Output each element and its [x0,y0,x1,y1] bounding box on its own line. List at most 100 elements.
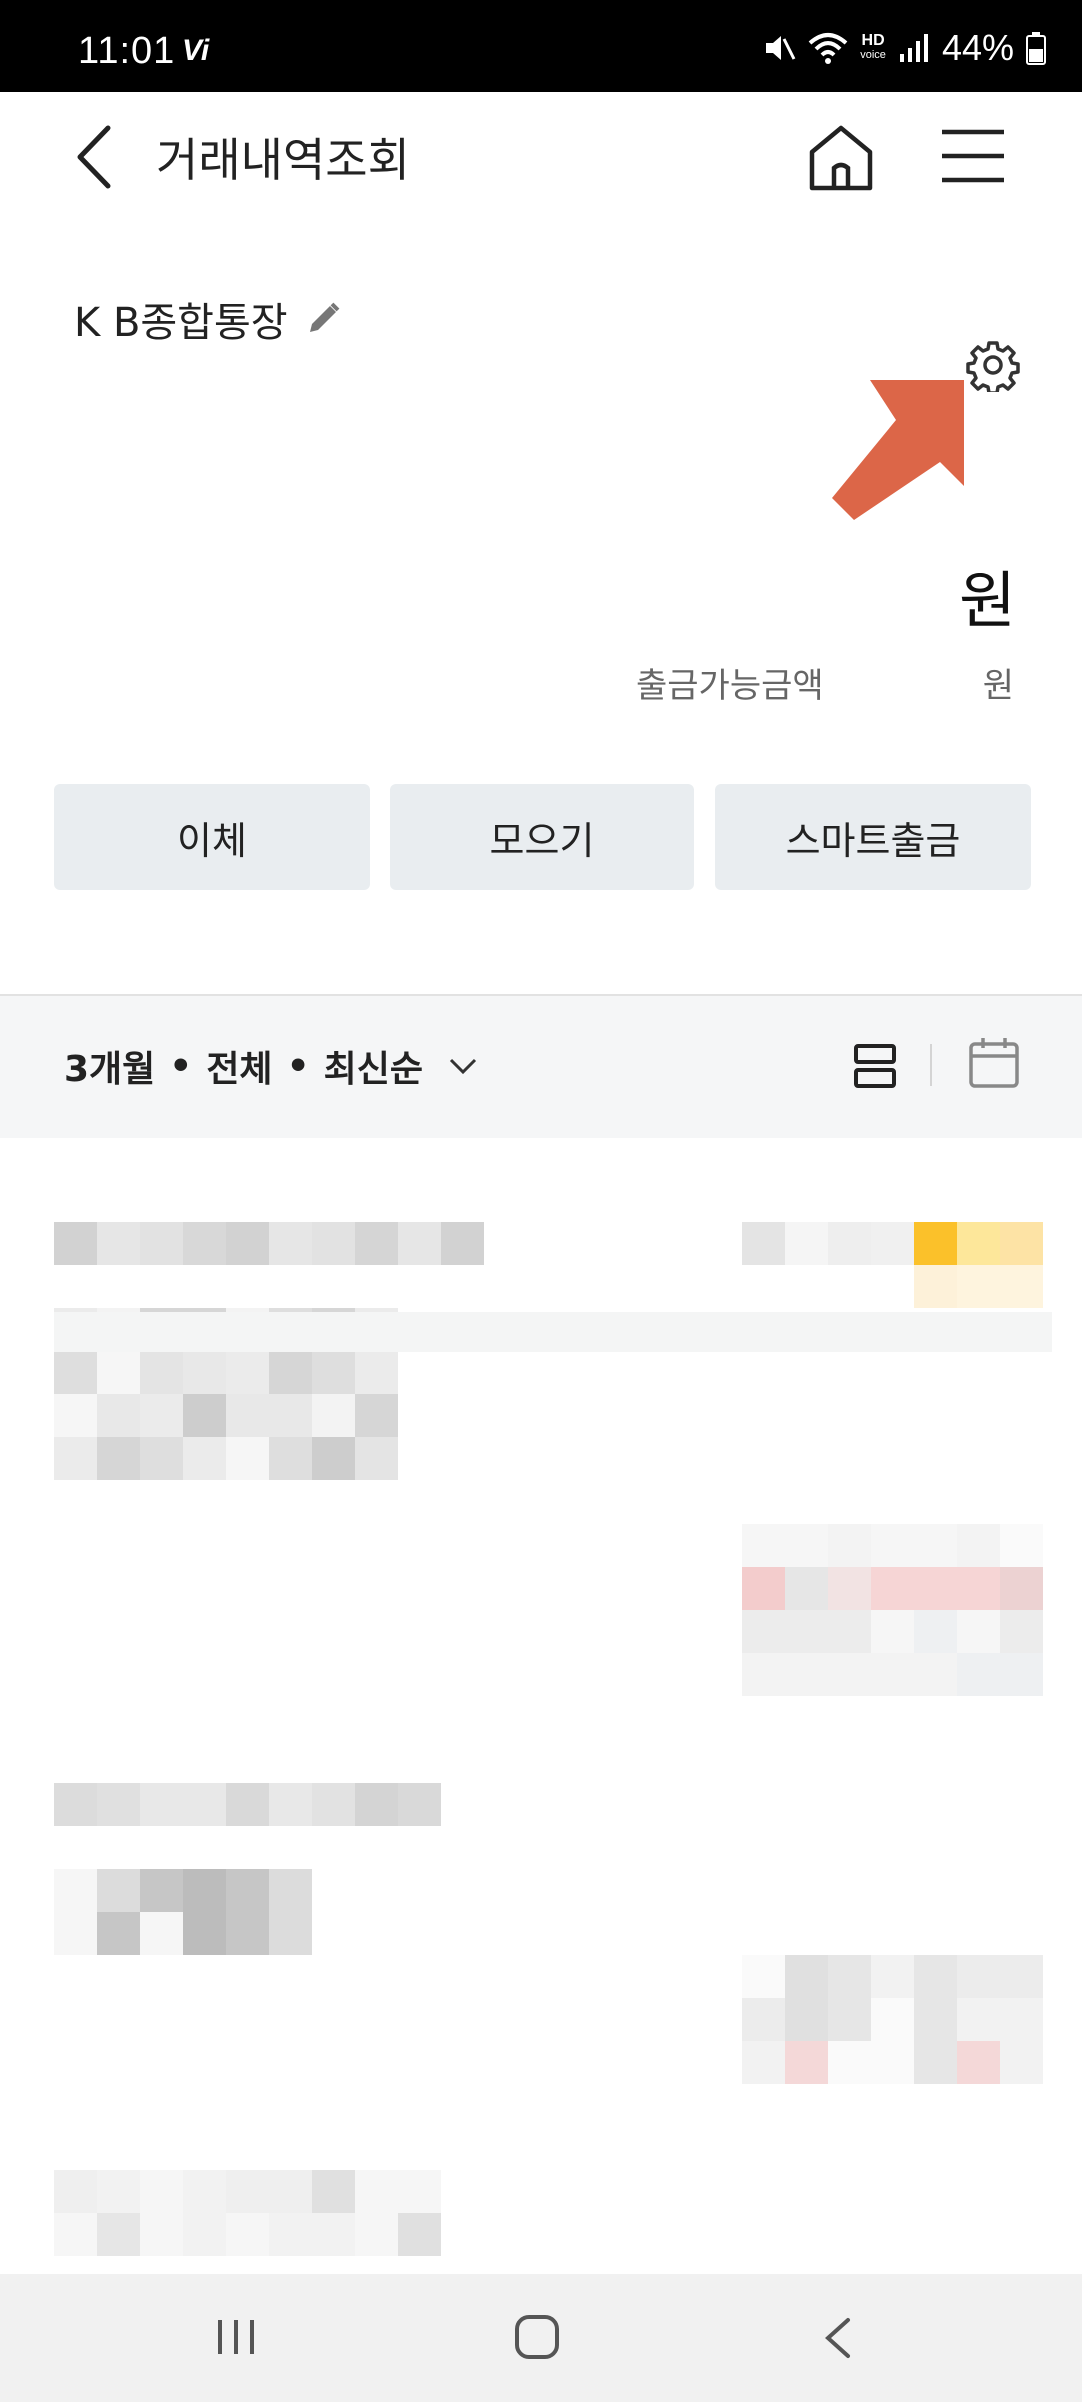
redacted-pixel-block [785,1955,828,1998]
redacted-pixel-block [828,1653,871,1696]
hd-voice-icon: HD voice [860,32,886,62]
redacted-pixel-block [140,1222,183,1265]
redacted-pixel-block [871,2041,914,2084]
redacted-pixel-block [54,2170,97,2213]
recent-apps-icon[interactable] [214,2314,258,2360]
redacted-pixel-block [269,1394,312,1437]
redacted-pixel-block [441,1222,484,1265]
redacted-pixel-block [914,1524,957,1567]
redacted-pixel-block [914,1610,957,1653]
filter-order: 최신순 [323,1049,423,1090]
account-name-row: K B종합통장 [74,290,342,348]
redacted-pixel-block [97,1912,140,1955]
redacted-pixel-block [398,2213,441,2256]
list-view-icon[interactable] [852,1042,898,1090]
chevron-down-icon [449,1058,477,1075]
redacted-pixel-block [183,1912,226,1955]
redacted-pixel-block [97,1869,140,1912]
redacted-pixel-block [312,2213,355,2256]
redacted-pixel-block [269,1351,312,1394]
redacted-pixel-block [742,1610,785,1653]
redacted-pixel-block [785,1222,828,1265]
status-time: 11:01 [78,30,176,72]
redacted-pixel-block [914,1955,957,1998]
filter-bar: 3개월 • 전체 • 최신순 [0,996,1082,1138]
home-icon[interactable] [806,122,876,194]
redacted-pixel-block [355,1437,398,1480]
redacted-pixel-block [355,1351,398,1394]
redacted-pixel-block [398,1222,441,1265]
account-name: K B종합통장 [74,300,288,346]
page-title: 거래내역조회 [156,133,410,187]
redacted-pixel-block [312,2170,355,2213]
filter-separator: • [286,1045,310,1087]
redacted-pixel-block [355,2213,398,2256]
redacted-pixel-block [914,2041,957,2084]
nav-back-icon[interactable] [818,2314,858,2362]
redacted-pixel-block [742,1222,785,1265]
redacted-pixel-block [828,1567,871,1610]
redacted-pixel-block [957,1998,1000,2041]
redacted-pixel-block [871,1653,914,1696]
redacted-pixel-block [183,1437,226,1480]
smart-withdraw-button[interactable]: 스마트출금 [715,784,1031,890]
carrier-icon: Vi [182,34,210,67]
calendar-icon[interactable] [968,1036,1020,1090]
redacted-pixel-block [828,2041,871,2084]
filter-period: 3개월 [64,1049,156,1090]
hamburger-menu-icon[interactable] [938,126,1008,186]
redacted-pixel-block [226,2213,269,2256]
redacted-pixel-block [269,1222,312,1265]
redacted-pixel-block [183,1783,226,1826]
redacted-pixel-block [742,1524,785,1567]
mute-icon [766,36,796,60]
redacted-pixel-block [1000,2041,1043,2084]
redacted-pixel-block [828,1955,871,1998]
redacted-pixel-block [269,2213,312,2256]
redacted-pixel-block [828,1524,871,1567]
redacted-pixel-block [828,1998,871,2041]
redacted-pixel-block [183,2170,226,2213]
redacted-pixel-block [742,1567,785,1610]
redacted-pixel-block [54,1869,97,1912]
redacted-pixel-block [957,1567,1000,1610]
redacted-pixel-block [355,1394,398,1437]
redacted-pixel-block [871,1222,914,1265]
redacted-pixel-block [398,1783,441,1826]
redacted-pixel-block [312,1437,355,1480]
back-arrow-icon[interactable] [64,122,124,192]
redacted-pixel-block [742,1955,785,1998]
redacted-pixel-block [1000,1222,1043,1265]
redacted-pixel-block [957,1524,1000,1567]
app-header: 거래내역조회 [0,92,1082,222]
redacted-pixel-block [957,2041,1000,2084]
status-icons: HD voice 44% [762,27,1046,68]
pencil-edit-icon[interactable] [304,300,342,338]
redacted-pixel-block [785,1567,828,1610]
redacted-pixel-block [742,1998,785,2041]
redacted-pixel-block [871,1998,914,2041]
status-bar: 11:01 Vi HD voice 44% [0,0,1082,92]
collect-button[interactable]: 모으기 [390,784,694,890]
redacted-pixel-block [183,1351,226,1394]
redacted-pixel-block [1000,1524,1043,1567]
nav-home-icon[interactable] [512,2312,562,2362]
redacted-pixel-block [183,1222,226,1265]
redacted-pixel-block [226,1783,269,1826]
redacted-pixel-block [742,1653,785,1696]
redacted-pixel-block [269,1437,312,1480]
redacted-pixel-block [226,1222,269,1265]
redacted-pixel-block [226,2170,269,2213]
redacted-pixel-block [54,1222,97,1265]
redacted-pixel-block [54,2213,97,2256]
redacted-pixel-block [140,1869,183,1912]
redacted-pixel-block [54,1783,97,1826]
redacted-pixel-block [785,1524,828,1567]
redacted-pixel-block [1000,1653,1043,1696]
redacted-pixel-block [140,2213,183,2256]
filter-dropdown[interactable]: 3개월 • 전체 • 최신순 [64,1040,481,1092]
transfer-button[interactable]: 이체 [54,784,370,890]
redacted-row-band [54,1312,1052,1352]
system-nav-bar [0,2274,1082,2402]
redacted-pixel-block [312,1351,355,1394]
